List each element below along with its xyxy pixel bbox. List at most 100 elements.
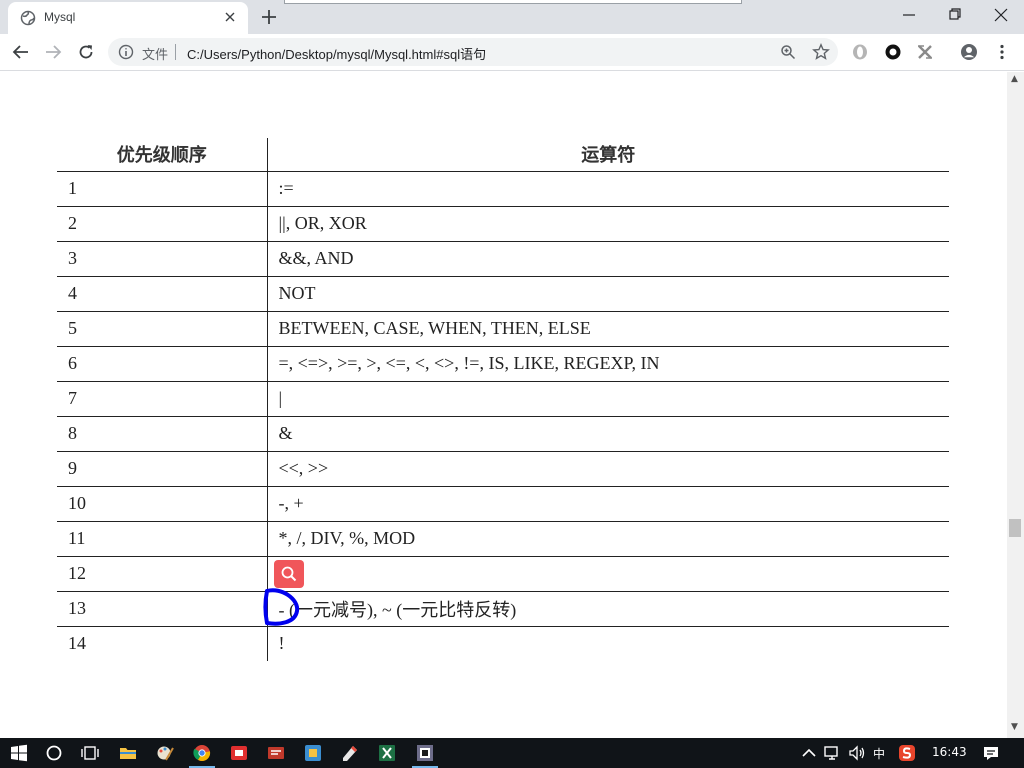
address-bar[interactable]: 文件 C:/Users/Python/Desktop/mysql/Mysql.h… <box>108 38 838 66</box>
table-row: 9 <<, >> <box>57 451 949 487</box>
operator-cell: - (一元减号), ~ (一元比特反转) <box>267 591 949 627</box>
priority-cell: 3 <box>57 241 268 277</box>
clock[interactable]: 16:43 <box>932 745 967 759</box>
minimize-icon[interactable] <box>898 6 920 24</box>
zoom-magnifier-icon[interactable] <box>780 44 796 60</box>
operator-cell: *, /, DIV, %, MOD <box>267 521 949 557</box>
sogou-input-icon[interactable] <box>898 744 916 762</box>
red-app-icon[interactable] <box>230 744 248 762</box>
priority-cell: 11 <box>57 521 268 557</box>
network-icon[interactable] <box>824 744 842 762</box>
ime-indicator[interactable]: 中 <box>873 745 885 762</box>
column-header-priority: 优先级顺序 <box>57 138 268 172</box>
operator-cell: -, + <box>267 486 949 522</box>
column-header-operator: 运算符 <box>267 138 949 172</box>
paint-app-icon[interactable] <box>156 744 174 762</box>
scroll-down-arrow-icon[interactable]: ▼ <box>1011 722 1018 732</box>
table-row: 2 ||, OR, XOR <box>57 206 949 242</box>
globe-icon <box>20 10 36 26</box>
extension-x-icon[interactable] <box>916 43 934 61</box>
url-text[interactable]: C:/Users/Python/Desktop/mysql/Mysql.html… <box>187 44 486 63</box>
extension-circle-icon[interactable] <box>884 43 902 61</box>
priority-cell: 1 <box>57 171 268 207</box>
tab-mysql[interactable]: Mysql <box>8 2 248 34</box>
close-icon[interactable] <box>222 9 238 25</box>
back-arrow-icon[interactable] <box>12 43 30 61</box>
close-window-icon[interactable] <box>990 6 1012 24</box>
operator-cell: | <box>267 381 949 417</box>
operator-cell: ||, OR, XOR <box>267 206 949 242</box>
scrollbar-thumb[interactable] <box>1009 519 1021 537</box>
priority-cell: 4 <box>57 276 268 312</box>
file-explorer-icon[interactable] <box>119 744 137 762</box>
table-header-row: 优先级顺序 运算符 <box>57 138 949 172</box>
priority-cell: 14 <box>57 626 268 661</box>
cortana-search-icon[interactable] <box>45 744 63 762</box>
reload-icon[interactable] <box>77 43 95 61</box>
browser-toolbar: 文件 C:/Users/Python/Desktop/mysql/Mysql.h… <box>0 34 1024 71</box>
table-row: 5 BETWEEN, CASE, WHEN, THEN, ELSE <box>57 311 949 347</box>
omnibox-scheme-label: 文件 <box>142 47 169 62</box>
new-tab-plus-icon[interactable] <box>260 8 278 26</box>
priority-cell: 13 <box>57 591 268 627</box>
operator-cell <box>267 556 949 592</box>
table-row: 8 & <box>57 416 949 452</box>
blue-yellow-app-icon[interactable] <box>304 744 322 762</box>
table-row: 11 *, /, DIV, %, MOD <box>57 521 949 557</box>
download-progress-strip <box>284 0 742 4</box>
priority-cell: 8 <box>57 416 268 452</box>
volume-icon[interactable] <box>848 744 866 762</box>
priority-cell: 6 <box>57 346 268 382</box>
priority-cell: 9 <box>57 451 268 487</box>
priority-cell: 7 <box>57 381 268 417</box>
table-row: 10 -, + <box>57 486 949 522</box>
operator-precedence-table: 优先级顺序 运算符 1:= 2 ||, OR, XOR 3 &&, AND 4 NOT… <box>57 138 949 661</box>
profile-avatar-icon[interactable] <box>960 43 978 61</box>
table-row: 12 <box>57 556 949 592</box>
omnibox-separator <box>175 44 176 60</box>
table-row: 13- (一元减号), ~ (一元比特反转) <box>57 591 949 627</box>
operator-cell: := <box>267 171 949 207</box>
operator-cell: & <box>267 416 949 452</box>
operator-cell: NOT <box>267 276 949 312</box>
priority-cell: 5 <box>57 311 268 347</box>
tray-chevron-up-icon[interactable] <box>800 744 818 762</box>
operator-cell: BETWEEN, CASE, WHEN, THEN, ELSE <box>267 311 949 347</box>
operator-cell: <<, >> <box>267 451 949 487</box>
presentation-app-icon[interactable] <box>267 744 285 762</box>
pen-annotation-mark <box>263 588 300 626</box>
floating-search-button[interactable] <box>273 559 304 588</box>
info-icon[interactable] <box>118 44 134 60</box>
tab-title: Mysql <box>44 10 76 24</box>
priority-cell: 12 <box>57 556 268 592</box>
tab-strip: Mysql <box>0 0 1024 34</box>
editor-app-icon[interactable] <box>341 744 359 762</box>
windows-taskbar: 中 16:43 <box>0 738 1024 768</box>
windows-start-icon[interactable] <box>10 744 28 762</box>
excel-icon[interactable] <box>378 744 396 762</box>
restore-icon[interactable] <box>944 6 966 24</box>
task-view-icon[interactable] <box>81 744 99 762</box>
page-viewport: 优先级顺序 运算符 1:= 2 ||, OR, XOR 3 &&, AND 4 NOT… <box>0 72 1007 738</box>
extension-opera-icon[interactable] <box>851 43 869 61</box>
table-row: 14! <box>57 626 949 661</box>
vertical-scrollbar[interactable]: ▲ ▼ <box>1007 72 1024 738</box>
table-row: 6 =, <=>, >=, >, <=, <, <>, !=, IS, LIKE,… <box>57 346 949 382</box>
priority-cell: 10 <box>57 486 268 522</box>
chrome-icon[interactable] <box>193 744 211 762</box>
table-row: 4 NOT <box>57 276 949 312</box>
python-ide-icon[interactable] <box>416 744 434 762</box>
operator-cell: =, <=>, >=, >, <=, <, <>, !=, IS, LIKE, … <box>267 346 949 382</box>
table-row: 1:= <box>57 171 949 207</box>
operator-cell: &&, AND <box>267 241 949 277</box>
forward-arrow-icon[interactable] <box>44 43 62 61</box>
operator-cell: ! <box>278 633 285 654</box>
table-row: 7 | <box>57 381 949 417</box>
scroll-up-arrow-icon[interactable]: ▲ <box>1011 74 1018 84</box>
notification-center-icon[interactable] <box>982 744 1000 762</box>
bookmark-star-icon[interactable] <box>812 43 830 61</box>
search-icon <box>281 566 296 581</box>
table-row: 3 &&, AND <box>57 241 949 277</box>
priority-cell: 2 <box>57 206 268 242</box>
menu-kebab-icon[interactable] <box>993 43 1011 61</box>
